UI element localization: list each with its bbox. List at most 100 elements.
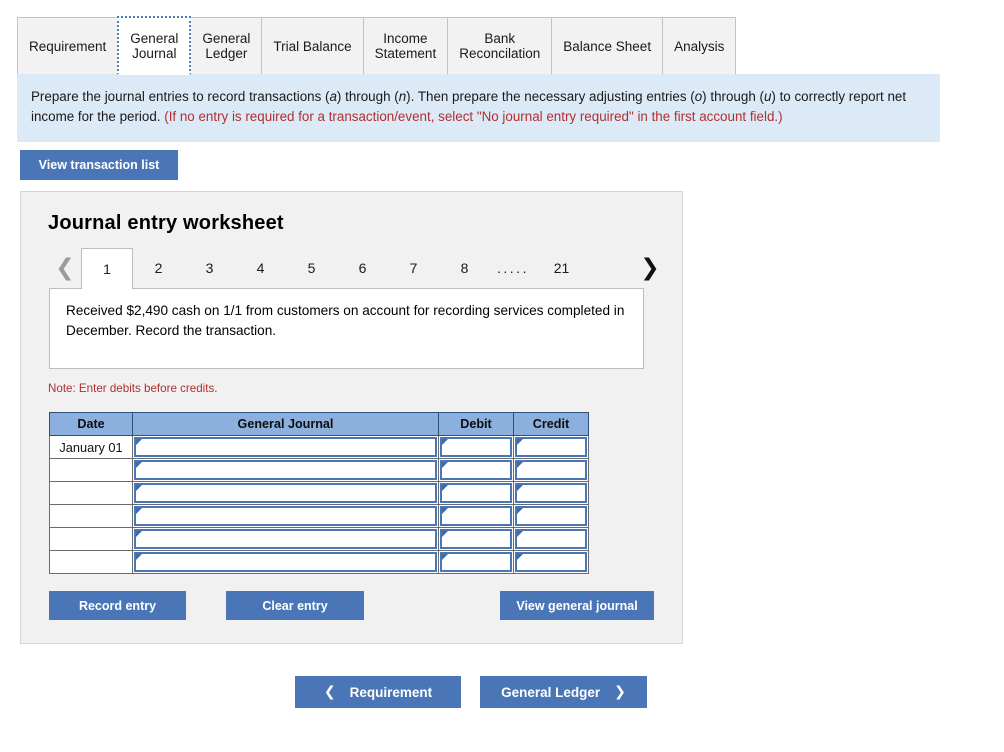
dropdown-triangle-icon	[136, 531, 142, 537]
journal-cell-credit[interactable]	[513, 481, 589, 505]
worksheet-title: Journal entry worksheet	[48, 212, 284, 234]
pagination-page-1[interactable]: 1	[81, 248, 133, 289]
instructions-text-part2: ) through (	[336, 89, 399, 104]
journal-cell-general-journal[interactable]	[132, 435, 439, 459]
journal-cell-debit[interactable]	[438, 527, 514, 551]
nav-next-general-ledger-button[interactable]: General Ledger ❯	[480, 676, 647, 708]
journal-input-credit[interactable]	[515, 529, 587, 549]
journal-cell-credit[interactable]	[513, 550, 589, 574]
pagination-page-3[interactable]: 3	[184, 248, 235, 288]
pagination-page-8[interactable]: 8	[439, 248, 490, 288]
clear-entry-button[interactable]: Clear entry	[226, 591, 364, 620]
page-root: Requirement General Journal General Ledger…	[0, 0, 1004, 752]
journal-cell-wrapper	[133, 482, 438, 504]
journal-cell-date	[49, 481, 133, 505]
journal-cell-general-journal[interactable]	[132, 481, 439, 505]
journal-cell-wrapper	[439, 505, 513, 527]
journal-cell-date	[49, 527, 133, 551]
dropdown-triangle-icon	[442, 554, 448, 560]
journal-input-general-journal[interactable]	[134, 506, 437, 526]
pagination-page-4[interactable]: 4	[235, 248, 286, 288]
nav-previous-requirement-button[interactable]: ❮ Requirement	[295, 676, 461, 708]
journal-cell-debit[interactable]	[438, 481, 514, 505]
journal-header-date: Date	[49, 412, 133, 436]
instructions-text-part3: ). Then prepare the necessary adjusting …	[406, 89, 695, 104]
tab-general-journal[interactable]: General Journal	[117, 16, 192, 75]
journal-cell-credit[interactable]	[513, 527, 589, 551]
pagination-next-icon[interactable]: ❯	[634, 248, 666, 288]
tab-analysis[interactable]: Analysis	[662, 17, 737, 74]
dropdown-triangle-icon	[517, 531, 523, 537]
pagination-page-7[interactable]: 7	[388, 248, 439, 288]
tab-general-ledger[interactable]: General Ledger	[190, 17, 263, 74]
journal-header-credit: Credit	[513, 412, 589, 436]
journal-cell-debit[interactable]	[438, 458, 514, 482]
pagination-page-last[interactable]: 21	[536, 248, 587, 288]
pagination-page-2[interactable]: 2	[133, 248, 184, 288]
journal-input-general-journal[interactable]	[134, 460, 437, 480]
journal-cell-general-journal[interactable]	[132, 504, 439, 528]
journal-input-debit[interactable]	[440, 506, 512, 526]
instructions-text-part4: ) through (	[702, 89, 764, 104]
journal-table-row	[49, 504, 589, 528]
tab-trial-balance[interactable]: Trial Balance	[261, 17, 364, 74]
journal-input-debit[interactable]	[440, 483, 512, 503]
tab-income-statement[interactable]: Income Statement	[362, 17, 449, 74]
journal-cell-credit[interactable]	[513, 435, 589, 459]
journal-input-debit[interactable]	[440, 437, 512, 457]
journal-cell-wrapper	[439, 482, 513, 504]
journal-cell-wrapper	[133, 459, 438, 481]
journal-input-general-journal[interactable]	[134, 437, 437, 457]
nav-next-label: General Ledger	[501, 684, 601, 700]
journal-table-row	[49, 481, 589, 505]
journal-cell-debit[interactable]	[438, 550, 514, 574]
journal-input-debit[interactable]	[440, 460, 512, 480]
tab-balance-sheet[interactable]: Balance Sheet	[551, 17, 664, 74]
journal-cell-general-journal[interactable]	[132, 527, 439, 551]
journal-input-debit[interactable]	[440, 552, 512, 572]
record-entry-button[interactable]: Record entry	[49, 591, 186, 620]
journal-input-debit[interactable]	[440, 529, 512, 549]
journal-cell-date	[49, 458, 133, 482]
journal-cell-wrapper	[439, 459, 513, 481]
instructions-text-part1: Prepare the journal entries to record tr…	[31, 89, 330, 104]
journal-input-credit[interactable]	[515, 437, 587, 457]
journal-cell-general-journal[interactable]	[132, 458, 439, 482]
pagination-page-5[interactable]: 5	[286, 248, 337, 288]
pagination-page-6[interactable]: 6	[337, 248, 388, 288]
journal-entry-worksheet-panel: Journal entry worksheet ❮ 1 2 3 4 5 6 7 8..... 21…	[20, 191, 683, 644]
journal-input-credit[interactable]	[515, 552, 587, 572]
journal-cell-general-journal[interactable]	[132, 550, 439, 574]
dropdown-triangle-icon	[136, 554, 142, 560]
journal-cell-wrapper	[514, 528, 588, 550]
journal-cell-credit[interactable]	[513, 458, 589, 482]
dropdown-triangle-icon	[442, 508, 448, 514]
journal-cell-wrapper	[439, 528, 513, 550]
journal-input-general-journal[interactable]	[134, 529, 437, 549]
journal-input-credit[interactable]	[515, 506, 587, 526]
journal-cell-debit[interactable]	[438, 504, 514, 528]
view-transaction-list-button[interactable]: View transaction list	[20, 150, 178, 180]
pagination-prev-icon[interactable]: ❮	[49, 248, 81, 288]
journal-table-row	[49, 458, 589, 482]
tab-bank-reconcilation[interactable]: Bank Reconcilation	[447, 17, 553, 74]
journal-table-row: January 01	[49, 435, 589, 459]
journal-header-debit: Debit	[438, 412, 514, 436]
journal-cell-wrapper	[514, 551, 588, 573]
journal-cell-date	[49, 550, 133, 574]
tab-requirement[interactable]: Requirement	[17, 17, 119, 74]
view-general-journal-button[interactable]: View general journal	[500, 591, 654, 620]
journal-input-general-journal[interactable]	[134, 483, 437, 503]
main-tab-bar: Requirement General Journal General Ledger…	[17, 16, 940, 75]
dropdown-triangle-icon	[136, 439, 142, 445]
journal-cell-debit[interactable]	[438, 435, 514, 459]
journal-input-credit[interactable]	[515, 483, 587, 503]
journal-table-row	[49, 527, 589, 551]
dropdown-triangle-icon	[517, 508, 523, 514]
journal-input-credit[interactable]	[515, 460, 587, 480]
instructions-panel: Prepare the journal entries to record tr…	[17, 74, 940, 142]
journal-input-general-journal[interactable]	[134, 552, 437, 572]
journal-cell-date	[49, 504, 133, 528]
journal-cell-credit[interactable]	[513, 504, 589, 528]
journal-cell-date: January 01	[49, 435, 133, 459]
